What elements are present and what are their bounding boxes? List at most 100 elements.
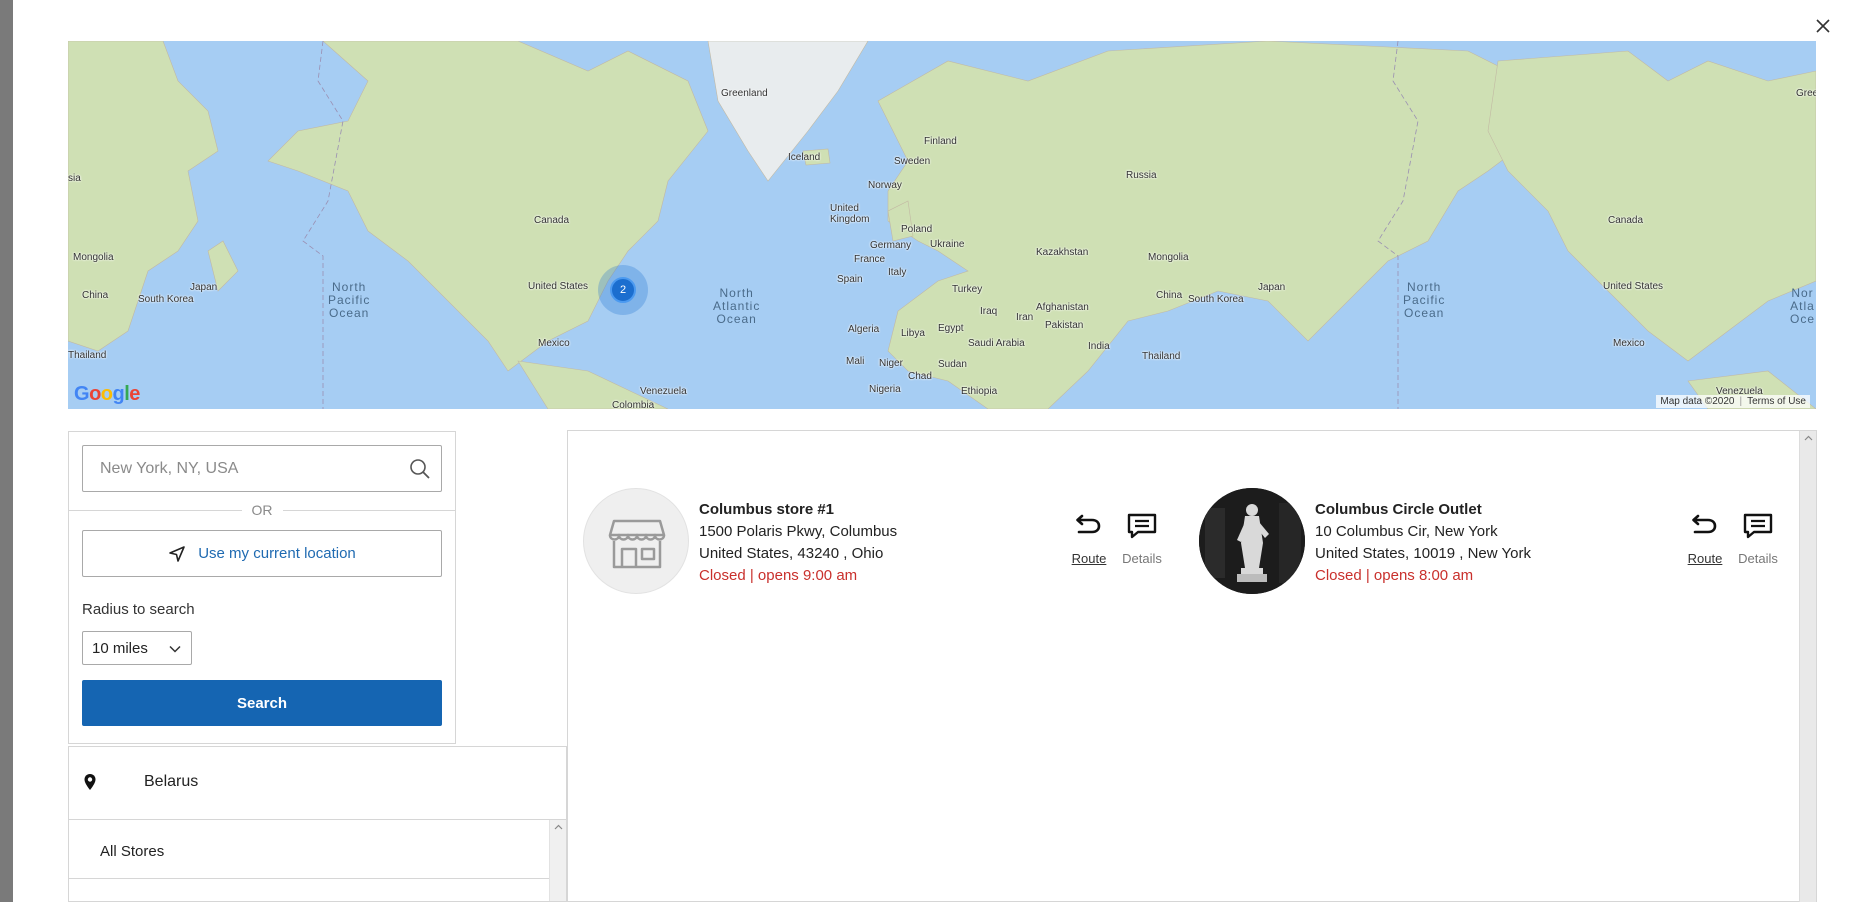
- country-label: Colombia: [612, 400, 655, 409]
- country-label: Canada: [1608, 215, 1644, 226]
- country-label: Italy: [888, 267, 907, 278]
- country-label: Pakistan: [1045, 320, 1084, 331]
- country-label: United States: [1603, 281, 1664, 292]
- country-label: Mongolia: [1148, 252, 1189, 263]
- country-filter[interactable]: Belarus: [68, 746, 567, 819]
- store-icon: [608, 519, 666, 569]
- country-label: China: [82, 290, 109, 301]
- country-label: Afghanistan: [1036, 302, 1089, 313]
- country-label: India: [1088, 341, 1110, 352]
- search-field[interactable]: [82, 445, 442, 492]
- route-icon: [1692, 514, 1717, 534]
- country-label: Poland: [901, 224, 933, 235]
- location-pin-icon: [84, 774, 96, 790]
- map-attribution: Map data ©2020 | Terms of Use: [1656, 395, 1810, 408]
- route-icon: [1076, 514, 1101, 534]
- scroll-up-icon[interactable]: [554, 824, 563, 830]
- store-cluster-marker[interactable]: 2: [598, 265, 648, 315]
- comment-icon: [1127, 513, 1157, 539]
- ocean-label: Nor Atla Oce: [1790, 286, 1816, 326]
- radius-select[interactable]: 10 miles: [82, 631, 192, 665]
- google-logo-letter: o: [100, 383, 113, 405]
- map-data-text: Map data ©2020: [1660, 396, 1735, 407]
- store-filter-list: All Stores: [68, 819, 567, 902]
- country-label: Mexico: [1613, 338, 1645, 349]
- country-label: Algeria: [848, 324, 880, 335]
- google-logo: Google: [74, 383, 140, 406]
- list-divider: [69, 878, 550, 879]
- country-label: Sudan: [938, 359, 967, 370]
- list-item-all-stores[interactable]: All Stores: [100, 843, 164, 860]
- country-label: Finland: [924, 136, 957, 147]
- country-label: sia: [68, 173, 81, 184]
- store-card[interactable]: Columbus Circle Outlet 10 Columbus Cir, …: [1199, 488, 1789, 598]
- country-label: Turkey: [952, 284, 983, 295]
- country-label: United Kingdom: [830, 203, 870, 225]
- ocean-label: North Pacific Ocean: [1403, 280, 1446, 320]
- comment-icon: [1743, 513, 1773, 539]
- country-name: Belarus: [144, 773, 199, 790]
- close-icon: [1816, 19, 1830, 33]
- country-label: Thailand: [68, 350, 107, 361]
- country-label: Libya: [901, 328, 925, 339]
- country-label: Canada: [534, 215, 570, 226]
- country-label: Kazakhstan: [1036, 247, 1089, 258]
- store-thumbnail: [1199, 488, 1305, 594]
- country-label: Japan: [190, 282, 218, 293]
- window-left-edge: [0, 0, 13, 902]
- store-info: Columbus Circle Outlet 10 Columbus Cir, …: [1315, 499, 1645, 587]
- use-current-location-label: Use my current location: [198, 545, 356, 562]
- search-panel: OR Use my current location Radius to sea…: [68, 431, 456, 744]
- store-status: Closed | opens 8:00 am: [1315, 567, 1474, 584]
- store-name[interactable]: Columbus store #1: [699, 499, 1029, 521]
- search-button[interactable]: Search: [82, 680, 442, 726]
- terms-of-use-link[interactable]: Terms of Use: [1747, 396, 1806, 407]
- chevron-down-icon: [169, 645, 181, 653]
- store-status: Closed | opens 9:00 am: [699, 567, 858, 584]
- country-label: Norway: [868, 180, 902, 191]
- details-label: Details: [1122, 551, 1162, 566]
- country-label: Mongolia: [73, 252, 114, 263]
- country-label: South Korea: [138, 294, 194, 305]
- radius-label: Radius to search: [82, 601, 195, 618]
- search-input[interactable]: [100, 459, 400, 478]
- divider-line: [69, 509, 242, 511]
- results-scrollbar[interactable]: [1799, 431, 1816, 902]
- details-button[interactable]: Details: [1119, 512, 1165, 566]
- country-label: Iraq: [980, 306, 998, 317]
- details-button[interactable]: Details: [1735, 512, 1781, 566]
- google-logo-letter: g: [112, 383, 125, 405]
- store-map[interactable]: North Pacific Ocean North Atlantic Ocean…: [68, 41, 1816, 409]
- country-label: Niger: [879, 358, 903, 369]
- route-label: Route: [1071, 551, 1107, 566]
- route-button[interactable]: Route: [1682, 512, 1728, 566]
- country-label: Chad: [908, 371, 932, 382]
- store-name[interactable]: Columbus Circle Outlet: [1315, 499, 1645, 521]
- country-label: Russia: [1126, 170, 1157, 181]
- country-label: Thailand: [1142, 351, 1181, 362]
- country-label: Sweden: [894, 156, 931, 167]
- country-label: Egypt: [938, 323, 964, 334]
- details-label: Details: [1738, 551, 1778, 566]
- country-label: Japan: [1258, 282, 1286, 293]
- use-current-location-button[interactable]: Use my current location: [82, 530, 442, 577]
- or-divider: OR: [69, 501, 455, 519]
- store-address-line2: United States, 43240 , Ohio: [699, 545, 884, 562]
- google-logo-letter: e: [129, 383, 140, 405]
- close-button[interactable]: [1811, 14, 1835, 38]
- country-label: Spain: [837, 274, 863, 285]
- route-button[interactable]: Route: [1066, 512, 1112, 566]
- country-label: Greer: [1796, 88, 1816, 99]
- search-icon[interactable]: [409, 458, 431, 480]
- list-scrollbar[interactable]: [549, 820, 566, 901]
- navigation-arrow-icon: [169, 545, 186, 562]
- store-address-line2: United States, 10019 , New York: [1315, 545, 1531, 562]
- country-label: Venezuela: [640, 386, 687, 397]
- store-thumbnail: [583, 488, 689, 594]
- cluster-count: 2: [610, 277, 636, 303]
- or-text: OR: [251, 502, 273, 518]
- country-label: Ethiopia: [961, 386, 998, 397]
- ocean-label: North Atlantic Ocean: [713, 286, 761, 326]
- scroll-up-icon[interactable]: [1804, 435, 1813, 441]
- store-card[interactable]: Columbus store #1 1500 Polaris Pkwy, Col…: [583, 488, 1173, 598]
